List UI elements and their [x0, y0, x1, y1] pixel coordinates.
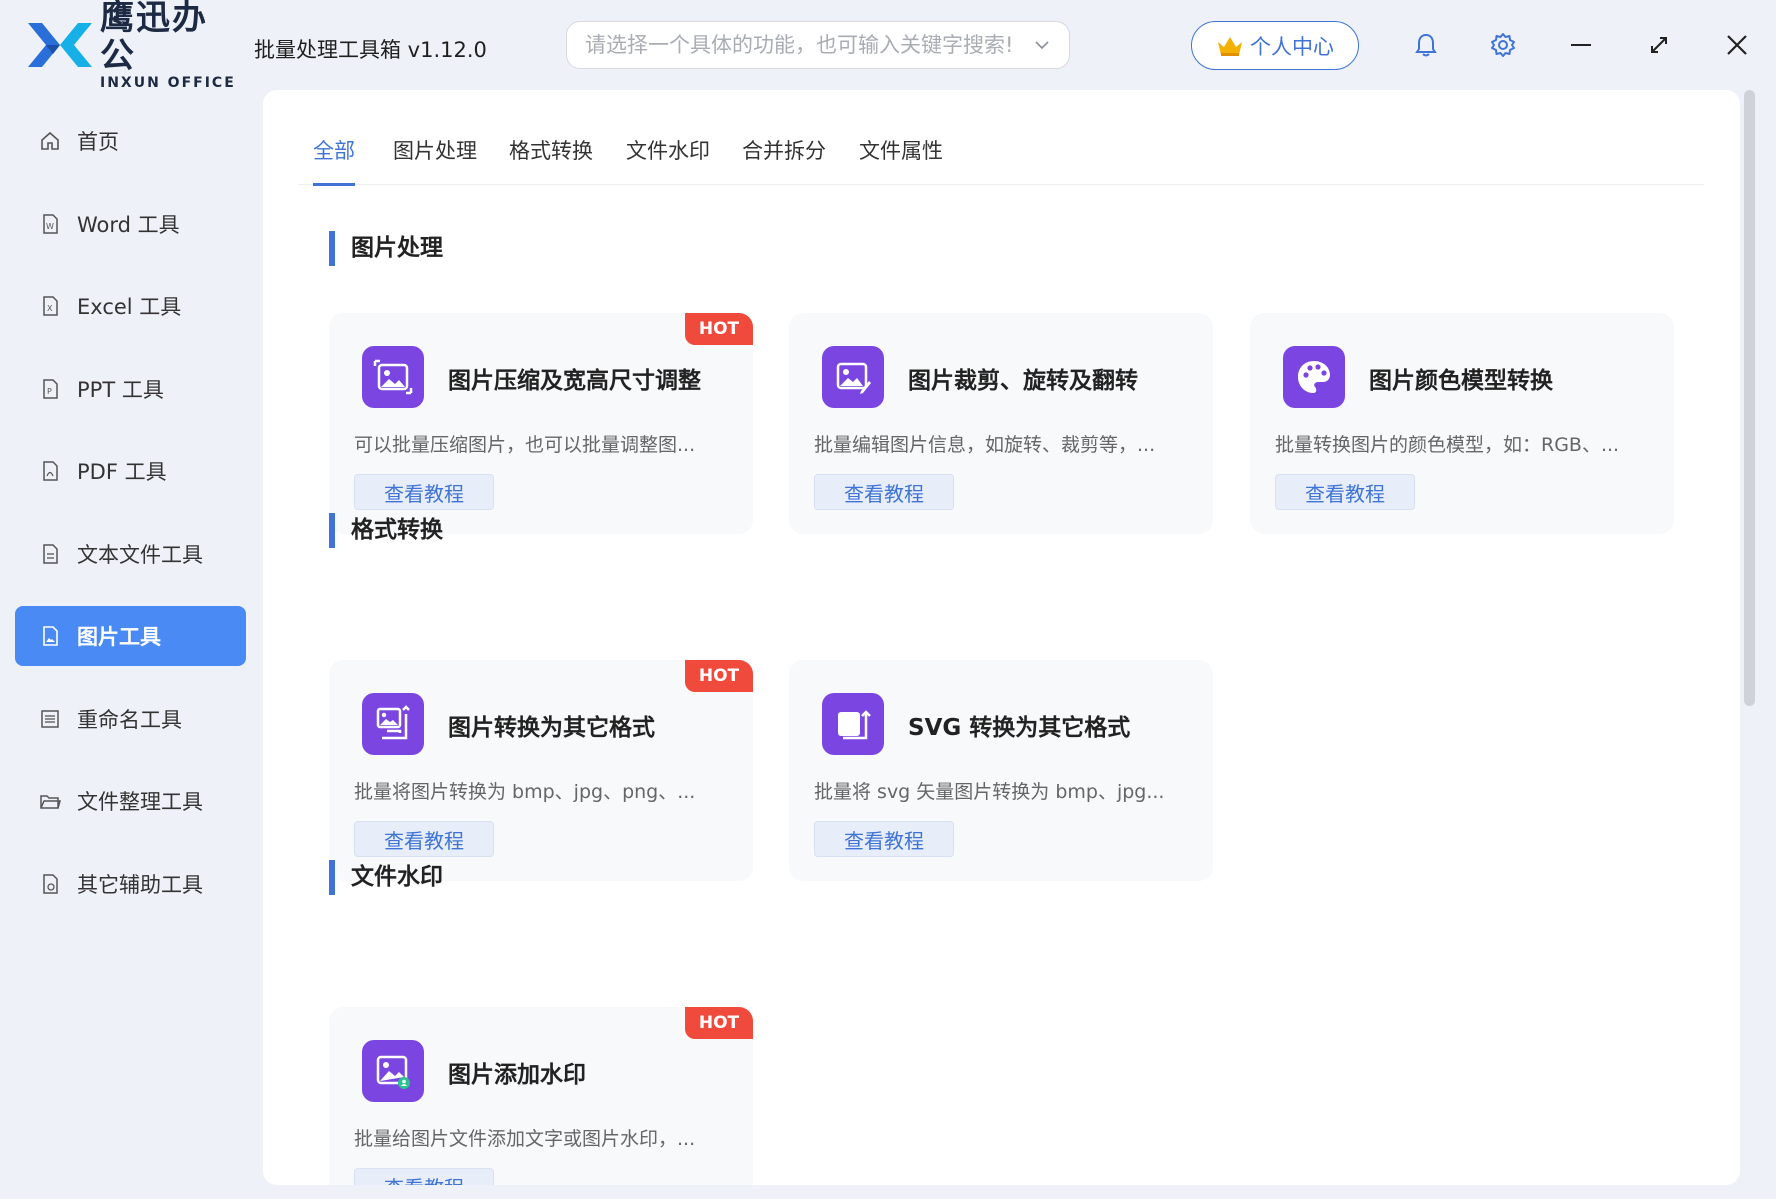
card-description: 批量给图片文件添加文字或图片水印，... [354, 1128, 696, 1150]
folder-icon [40, 795, 61, 809]
tab-merge-split[interactable]: 合并拆分 [742, 134, 826, 185]
view-tutorial-button[interactable]: 查看教程 [354, 474, 494, 510]
image-edit-icon [822, 346, 884, 408]
sidebar-item-image[interactable]: 图片工具 [15, 606, 246, 666]
sidebar-item-text[interactable]: 文本文件工具 [15, 524, 246, 584]
close-icon[interactable] [1722, 30, 1752, 60]
view-tutorial-button[interactable]: 查看教程 [354, 821, 494, 857]
sidebar: 首页 W Word 工具 X Excel 工具 P PPT 工具 PDF 工具 … [0, 90, 262, 1199]
text-file-icon [43, 544, 58, 564]
sidebar-item-label: PPT 工具 [77, 378, 164, 402]
user-center-button[interactable]: 个人中心 [1191, 21, 1359, 70]
image-compress-icon [362, 346, 424, 408]
category-tabs: 全部 图片处理 格式转换 文件水印 合并拆分 文件属性 [299, 134, 1704, 186]
card-title: 图片转换为其它格式 [448, 715, 655, 741]
sidebar-item-word[interactable]: W Word 工具 [15, 194, 246, 254]
sidebar-item-rename[interactable]: 重命名工具 [15, 689, 246, 749]
sidebar-item-label: 其它辅助工具 [77, 873, 203, 897]
card-description: 可以批量压缩图片，也可以批量调整图... [354, 434, 696, 456]
hot-badge: HOT [685, 313, 753, 345]
app-title: 批量处理工具箱 v1.12.0 [254, 38, 487, 62]
tool-card-image-crop-rotate[interactable]: 图片裁剪、旋转及翻转 批量编辑图片信息，如旋转、裁剪等，... 查看教程 [789, 313, 1213, 534]
search-input[interactable] [585, 33, 1033, 57]
hot-badge: HOT [685, 660, 753, 692]
tool-card-svg-convert[interactable]: SVG 转换为其它格式 批量将 svg 矢量图片转换为 bmp、jpg... 查… [789, 660, 1213, 881]
card-description: 批量编辑图片信息，如旋转、裁剪等，... [814, 434, 1156, 456]
word-file-icon: W [43, 214, 58, 234]
tool-card-image-color-model[interactable]: 图片颜色模型转换 批量转换图片的颜色模型，如：RGB、... 查看教程 [1250, 313, 1674, 534]
image-file-icon [43, 626, 58, 646]
sidebar-item-label: 图片工具 [77, 625, 161, 649]
svg-text:P: P [47, 387, 52, 396]
image-convert-icon [362, 693, 424, 755]
section-title-format-conversion: 格式转换 [329, 513, 443, 548]
tab-file-properties[interactable]: 文件属性 [859, 134, 943, 185]
settings-gear-icon[interactable] [1488, 30, 1518, 60]
view-tutorial-button[interactable]: 查看教程 [1275, 474, 1415, 510]
card-title: 图片裁剪、旋转及翻转 [908, 368, 1138, 394]
tool-card-image-watermark[interactable]: HOT 图片添加水印 批量给图片文件添加文字或图片水印，... 查看教程 [329, 1007, 753, 1185]
sidebar-item-label: 文件整理工具 [77, 790, 203, 814]
main-panel: 全部 图片处理 格式转换 文件水印 合并拆分 文件属性 图片处理 HOT 图片压… [263, 90, 1740, 1185]
sidebar-item-other-tools[interactable]: 其它辅助工具 [15, 854, 246, 914]
logo-x-icon [28, 23, 92, 67]
tab-format-conversion[interactable]: 格式转换 [509, 134, 593, 185]
tool-card-image-convert[interactable]: HOT 图片转换为其它格式 批量将图片转换为 bmp、jpg、png、... 查… [329, 660, 753, 881]
hot-badge: HOT [685, 1007, 753, 1039]
ppt-file-icon: P [43, 379, 58, 399]
view-tutorial-button[interactable]: 查看教程 [354, 1168, 494, 1185]
image-watermark-icon [362, 1040, 424, 1102]
card-title: 图片添加水印 [448, 1062, 586, 1088]
card-title: 图片颜色模型转换 [1369, 368, 1553, 394]
sidebar-item-home[interactable]: 首页 [15, 111, 246, 171]
title-bar: 鹰迅办公 INXUN OFFICE 批量处理工具箱 v1.12.0 个人中心 [0, 0, 1776, 91]
logo-english-text: INXUN OFFICE [100, 75, 236, 91]
sidebar-item-label: PDF 工具 [77, 460, 167, 484]
user-center-label: 个人中心 [1250, 34, 1334, 59]
card-title: SVG 转换为其它格式 [908, 715, 1131, 741]
vertical-scrollbar[interactable] [1740, 90, 1760, 1185]
sidebar-item-file-organize[interactable]: 文件整理工具 [15, 771, 246, 831]
tool-card-image-compress[interactable]: HOT 图片压缩及宽高尺寸调整 可以批量压缩图片，也可以批量调整图... 查看教… [329, 313, 753, 534]
sidebar-item-label: Excel 工具 [77, 295, 182, 319]
card-description: 批量将图片转换为 bmp、jpg、png、... [354, 781, 696, 803]
sidebar-item-ppt[interactable]: P PPT 工具 [15, 359, 246, 419]
view-tutorial-button[interactable]: 查看教程 [814, 821, 954, 857]
scrollbar-thumb[interactable] [1744, 90, 1755, 706]
card-description: 批量将 svg 矢量图片转换为 bmp、jpg... [814, 781, 1165, 803]
crown-icon [1218, 36, 1242, 56]
sidebar-item-label: 文本文件工具 [77, 543, 203, 567]
maximize-icon[interactable] [1644, 30, 1674, 60]
sidebar-item-excel[interactable]: X Excel 工具 [15, 276, 246, 336]
svg-text:W: W [46, 222, 54, 231]
section-title-image-processing: 图片处理 [329, 231, 443, 266]
tools-icon [43, 874, 58, 894]
sidebar-item-label: 首页 [77, 130, 119, 154]
card-description: 批量转换图片的颜色模型，如：RGB、... [1275, 434, 1620, 456]
tab-all[interactable]: 全部 [313, 134, 355, 186]
excel-file-icon: X [43, 296, 58, 316]
sidebar-item-label: 重命名工具 [77, 708, 182, 732]
section-title-file-watermark: 文件水印 [329, 860, 443, 895]
sidebar-item-pdf[interactable]: PDF 工具 [15, 441, 246, 501]
pdf-file-icon [43, 461, 58, 481]
sidebar-item-label: Word 工具 [77, 213, 180, 237]
tab-image-processing[interactable]: 图片处理 [393, 134, 477, 185]
notification-bell-icon[interactable] [1411, 30, 1441, 60]
palette-icon [1283, 346, 1345, 408]
card-title: 图片压缩及宽高尺寸调整 [448, 368, 701, 394]
view-tutorial-button[interactable]: 查看教程 [814, 474, 954, 510]
tab-file-watermark[interactable]: 文件水印 [626, 134, 710, 185]
chevron-down-icon[interactable] [1033, 36, 1051, 54]
logo-chinese-text: 鹰迅办公 [100, 0, 208, 76]
app-logo: 鹰迅办公 INXUN OFFICE [26, 0, 238, 91]
home-icon [41, 131, 59, 150]
svg-convert-icon [822, 693, 884, 755]
svg-text:X: X [47, 304, 53, 313]
search-box[interactable] [566, 21, 1070, 69]
rename-icon [41, 710, 59, 728]
minimize-icon[interactable] [1566, 30, 1596, 60]
